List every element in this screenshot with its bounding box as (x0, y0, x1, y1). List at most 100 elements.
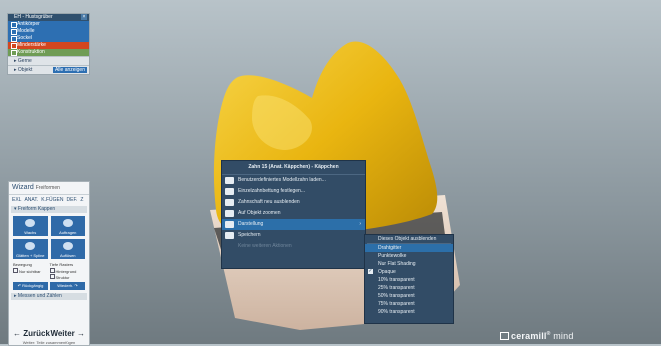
tree-row-label: Antikörper (17, 21, 40, 27)
app-window: EH - Hustsgrüber × Antikörper Modelle So… (0, 0, 661, 346)
menu-item-label: Zahnschaft neu ausblenden (238, 199, 300, 205)
submenu-item-50-transparent[interactable]: 50% transparent (365, 292, 453, 300)
tree-row[interactable]: Antikörper (8, 21, 89, 28)
tree-row[interactable]: Minderstärke (8, 42, 89, 49)
submenu-item-90-transparent[interactable]: 90% transparent (365, 308, 453, 316)
submenu-item-label: Drahtgitter (378, 245, 402, 251)
back-button[interactable]: ← Zurück (13, 329, 50, 339)
checkbox[interactable] (49, 268, 55, 273)
checkbox[interactable] (13, 268, 18, 273)
menu-item-bedding[interactable]: Einzelzahnbettung festlegen... (222, 186, 365, 197)
submenu-item-label: Opaque (378, 269, 396, 275)
undo-label: Rückgängig (22, 283, 44, 288)
submenu-item-10-transparent[interactable]: 10% transparent (365, 276, 453, 284)
submenu-item-hide-object[interactable]: Dieses Objekt ausblenden (365, 235, 453, 243)
tree-row[interactable]: Sockel (8, 35, 89, 42)
wizard-section-measure[interactable]: ▸ Messen und Zählen (11, 293, 87, 300)
submenu-item-label: 90% transparent (378, 309, 415, 315)
wizard-panel: Wizard Freiformen EXL ANAT. K.FÜGEN DEF.… (8, 181, 90, 346)
tool-dissolve-button[interactable]: Auflösen (50, 239, 85, 259)
tool-smooth-button[interactable]: Glätten + Spline (13, 239, 48, 259)
option-only-visible[interactable]: Nur sichtbar (13, 268, 49, 274)
submenu-item-flat-shading[interactable]: Nur Flat Shading (365, 260, 453, 268)
menu-item-save[interactable]: Speichern (222, 230, 365, 241)
zoom-icon (225, 210, 234, 217)
menu-item-label: Keine weiteren Aktionen (238, 243, 292, 249)
submenu-item-75-transparent[interactable]: 75% transparent (365, 300, 453, 308)
option-label: Struktur (55, 275, 70, 280)
redo-label: Wiederh. (57, 283, 74, 288)
submenu-item-label: Punktewolke (378, 253, 407, 259)
tool-apply-button[interactable]: Auftragen (50, 216, 85, 236)
submenu-item-pointcloud[interactable]: Punktewolke (365, 252, 453, 260)
tree-row-label: Minderstärke (17, 42, 46, 48)
menu-item-label: Einzelzahnbettung festlegen... (238, 188, 305, 194)
tile-label: Wachs (24, 230, 37, 235)
menu-item-label: Auf Objekt zoomen (238, 210, 281, 216)
wizard-section-header[interactable]: ▾ Freiform Kappen (11, 206, 87, 213)
wizard-section-label: Messen und Zählen (17, 293, 62, 299)
tree-section-gerne[interactable]: ▸ Gerne (8, 56, 89, 65)
checkbox[interactable] (49, 274, 55, 279)
wizard-section-label: Freiform Kappen (17, 206, 56, 212)
tab-def[interactable]: DEF. (67, 197, 78, 203)
menu-item-load-model[interactable]: Benutzerdefiniertes Modellzahn laden... (222, 175, 365, 186)
wizard-title: Wizard (12, 184, 34, 191)
tree-section-objekt[interactable]: ▸ Objekt Alle anzeigen (8, 65, 89, 74)
tile-label: Auftragen (59, 230, 77, 235)
tab-anat[interactable]: ANAT. (24, 197, 38, 203)
option-structure[interactable]: Struktur (49, 274, 86, 280)
menu-item-display[interactable]: Darstellung › (222, 219, 365, 230)
back-label: Zurück (23, 329, 50, 338)
close-icon[interactable]: × (81, 14, 87, 20)
tile-label: Glätten + Spline (15, 253, 45, 258)
arrow-right-icon: → (77, 329, 85, 338)
options-right-title: Tiefe Rasters (49, 262, 74, 267)
undo-redo-bar: ↶ Rückgängig Wiederh. ↷ (9, 280, 89, 292)
tree-row[interactable]: Konstruktion (8, 49, 89, 56)
tooth-icon (225, 199, 234, 206)
wizard-header: Wizard Freiformen (9, 182, 89, 195)
dissolve-icon (62, 242, 73, 250)
submenu-item-25-transparent[interactable]: 25% transparent (365, 284, 453, 292)
undo-button[interactable]: ↶ Rückgängig (13, 282, 48, 290)
submenu-item-wireframe[interactable]: Drahtgitter (365, 244, 453, 252)
tab-exl[interactable]: EXL (12, 197, 21, 203)
load-model-icon (225, 177, 234, 184)
eye-icon (225, 221, 234, 228)
check-icon: ✓ (368, 268, 373, 274)
ceramill-mind-logo: ceramill® mind (500, 331, 574, 341)
submenu-item-label: Dieses Objekt ausblenden (378, 236, 437, 242)
save-icon (225, 232, 234, 239)
logo-product: mind (553, 331, 574, 341)
tool-wax-button[interactable]: Wachs (13, 216, 48, 236)
wizard-tabs: EXL ANAT. K.FÜGEN DEF. Z (9, 195, 89, 205)
logo-mark-icon (500, 332, 509, 340)
wizard-nav: ← Zurück Weiter → (13, 329, 85, 339)
chevron-right-icon: › (359, 221, 361, 227)
tile-label: Auflösen (59, 253, 76, 258)
tool-options: Bewegung Tiefe Rasters Nur sichtbar Hint… (9, 261, 89, 280)
options-left-title: Bewegung (13, 262, 32, 267)
submenu-item-label: 50% transparent (378, 293, 415, 299)
tree-row[interactable]: Modelle (8, 28, 89, 35)
option-background[interactable]: Hintergrund (49, 268, 86, 274)
next-button[interactable]: Weiter → (50, 329, 85, 339)
redo-button[interactable]: Wiederh. ↷ (50, 282, 85, 290)
scene-tree-header[interactable]: EH - Hustsgrüber × (8, 14, 89, 21)
menu-item-hide-shaft[interactable]: Zahnschaft neu ausblenden (222, 197, 365, 208)
wax-icon (25, 219, 36, 227)
wizard-footer: Weiter: Teile zusammenfügen (22, 340, 76, 345)
tree-section-label: Objekt (17, 67, 33, 73)
show-all-button[interactable]: Alle anzeigen (52, 67, 87, 73)
menu-item-zoom[interactable]: Auf Objekt zoomen (222, 208, 365, 219)
tab-z[interactable]: Z (80, 197, 83, 203)
tree-row-label: Modelle (17, 28, 35, 34)
submenu-item-opaque[interactable]: ✓ Opaque (365, 268, 453, 276)
next-label: Weiter (50, 329, 75, 338)
display-submenu: Dieses Objekt ausblenden Drahtgitter Pun… (364, 234, 454, 324)
submenu-item-label: 10% transparent (378, 277, 415, 283)
tab-kfuegen[interactable]: K.FÜGEN (41, 197, 63, 203)
menu-item-label: Benutzerdefiniertes Modellzahn laden... (238, 177, 326, 183)
apply-icon (62, 219, 73, 227)
